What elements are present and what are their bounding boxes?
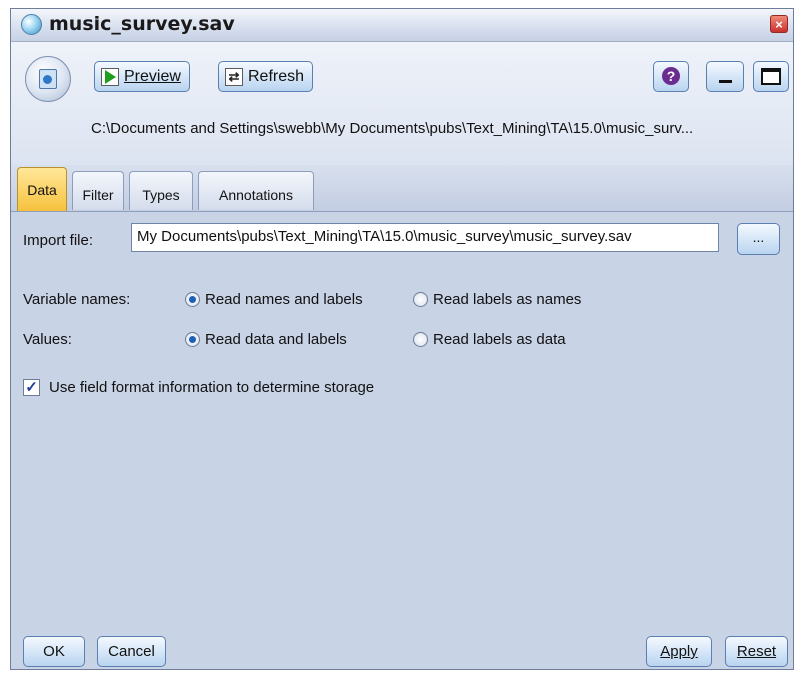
cancel-button[interactable]: Cancel xyxy=(97,636,166,667)
data-tab-panel: Import file: My Documents\pubs\Text_Mini… xyxy=(11,212,793,624)
option-read-data-and-labels: Read data and labels xyxy=(205,331,347,348)
minimize-button[interactable] xyxy=(706,61,744,92)
window-title: music_survey.sav xyxy=(49,13,235,35)
help-button[interactable]: ? xyxy=(653,61,689,92)
browse-button[interactable]: ... xyxy=(737,223,780,255)
preview-button[interactable]: Preview xyxy=(94,61,190,92)
reset-button[interactable]: Reset xyxy=(725,636,788,667)
ok-button[interactable]: OK xyxy=(23,636,85,667)
apply-button[interactable]: Apply xyxy=(646,636,712,667)
variable-names-label: Variable names: xyxy=(23,291,131,308)
radio-read-data-and-labels[interactable] xyxy=(185,332,200,347)
radio-read-labels-as-names[interactable] xyxy=(413,292,428,307)
maximize-button[interactable] xyxy=(753,61,789,92)
refresh-button[interactable]: ⇄ Refresh xyxy=(218,61,314,92)
dialog-header: Preview ⇄ Refresh ? C:\Documents and Set… xyxy=(11,42,793,165)
option-read-labels-as-data: Read labels as data xyxy=(433,331,566,348)
dialog-window: music_survey.sav × Preview ⇄ Refresh ? C… xyxy=(10,8,794,670)
help-icon: ? xyxy=(662,67,680,85)
refresh-icon: ⇄ xyxy=(225,67,243,86)
tab-bar: Data Filter Types Annotations xyxy=(11,165,793,212)
tab-filter[interactable]: Filter xyxy=(72,171,124,210)
tab-annotations[interactable]: Annotations xyxy=(198,171,314,210)
tab-data[interactable]: Data xyxy=(17,167,67,211)
option-read-names-and-labels: Read names and labels xyxy=(205,291,363,308)
close-button[interactable]: × xyxy=(770,15,788,33)
source-node-icon xyxy=(25,56,71,102)
values-label: Values: xyxy=(23,331,72,348)
radio-read-labels-as-data[interactable] xyxy=(413,332,428,347)
preview-label: Preview xyxy=(124,67,181,85)
play-icon xyxy=(101,67,119,86)
use-field-format-label: Use field format information to determin… xyxy=(49,379,375,396)
refresh-label: Refresh xyxy=(248,67,305,85)
option-read-labels-as-names: Read labels as names xyxy=(433,291,582,308)
tab-types[interactable]: Types xyxy=(129,171,193,210)
use-field-format-checkbox[interactable]: ✓ xyxy=(23,379,40,396)
import-file-label: Import file: xyxy=(23,232,94,249)
node-app-icon xyxy=(21,14,42,35)
file-path-label: C:\Documents and Settings\swebb\My Docum… xyxy=(91,120,694,137)
dialog-footer: OK Cancel Apply Reset xyxy=(11,624,793,669)
import-file-input[interactable]: My Documents\pubs\Text_Mining\TA\15.0\mu… xyxy=(131,223,719,252)
title-bar[interactable]: music_survey.sav × xyxy=(11,9,793,42)
radio-read-names-and-labels[interactable] xyxy=(185,292,200,307)
